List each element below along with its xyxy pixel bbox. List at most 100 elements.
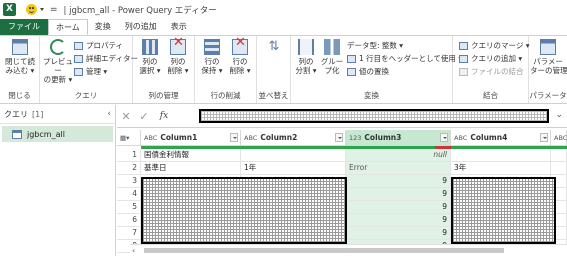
confirm-icon[interactable]: ✓ xyxy=(135,110,153,123)
combine-files-button[interactable]: ファイルの結合 xyxy=(459,66,524,77)
manage-button[interactable]: 管理 ▾ xyxy=(74,66,107,77)
chevron-down-icon[interactable] xyxy=(40,8,44,11)
tab-home[interactable]: ホーム xyxy=(48,19,88,35)
tab-transform[interactable]: 変換 xyxy=(88,19,118,35)
column-header-2[interactable]: ABC Column2 xyxy=(241,130,346,146)
manage-icon xyxy=(74,67,83,76)
merge-queries-button[interactable]: クエリのマージ ▾ xyxy=(459,40,530,51)
first-row-header-icon xyxy=(347,54,356,63)
queries-count: [1] xyxy=(32,109,44,119)
row-number[interactable]: 6 xyxy=(117,214,141,227)
append-queries-button[interactable]: クエリの追加 ▾ xyxy=(459,53,522,64)
table-cell[interactable]: 9 xyxy=(346,201,451,214)
group-label-transform: 変換 xyxy=(364,91,379,100)
table-cell[interactable] xyxy=(551,162,567,175)
column-header-4[interactable]: ABC Column4 xyxy=(451,130,551,146)
group-sort: ⇅ 並べ替え xyxy=(257,36,291,103)
tab-view[interactable]: 表示 xyxy=(164,19,194,35)
column-header-3[interactable]: 123 Column3 xyxy=(346,130,451,146)
group-label-parameters: パラメータ xyxy=(529,91,567,100)
remove-rows-label-2: 削除 ▾ xyxy=(229,66,251,75)
filter-dropdown-icon[interactable] xyxy=(540,133,548,142)
manage-parameters-button[interactable]: パラメー ターの管理 ▾ xyxy=(530,39,567,75)
row-number[interactable]: 1 xyxy=(117,149,141,162)
table-cell[interactable] xyxy=(241,149,346,162)
table-cell[interactable]: 9 xyxy=(346,188,451,201)
close-load-icon xyxy=(12,39,28,55)
group-manage-columns: 列の 選択 ▾ 列の 削除 ▾ 列の管理 xyxy=(133,36,195,103)
filter-dropdown-icon[interactable] xyxy=(440,133,448,142)
keep-rows-label-2: 保持 ▾ xyxy=(201,66,223,75)
use-first-row-as-headers-button[interactable]: 1 行目をヘッダーとして使用 ▾ xyxy=(347,53,462,64)
group-combine: クエリのマージ ▾ クエリの追加 ▾ ファイルの結合 結合 xyxy=(453,36,530,103)
remove-columns-button[interactable]: 列の 削除 ▾ xyxy=(164,38,192,75)
manage-label: 管理 ▾ xyxy=(86,67,108,76)
refresh-preview-button[interactable]: プレビュー の更新 ▾ xyxy=(42,39,74,84)
combine-files-icon xyxy=(459,67,468,76)
table-cell[interactable]: 3年 xyxy=(451,162,551,175)
error-cell[interactable]: Error xyxy=(346,162,451,175)
scrollbar-thumb[interactable] xyxy=(144,248,504,253)
queries-pane-title: クエリ xyxy=(4,109,28,119)
row-number[interactable]: 5 xyxy=(117,201,141,214)
choose-columns-icon xyxy=(142,39,158,55)
query-item-jgbcm-all[interactable]: jgbcm_all xyxy=(2,126,113,142)
sort-button[interactable]: ⇅ xyxy=(261,39,287,57)
close-and-load-button[interactable]: 閉じて読 み込む ▾ xyxy=(3,39,37,75)
table-row: 1 国債金利情報 null xyxy=(117,149,567,162)
row-number[interactable]: 7 xyxy=(117,227,141,240)
horizontal-scrollbar[interactable]: ‹ xyxy=(130,244,567,256)
scroll-left-icon[interactable]: ‹ xyxy=(132,246,135,255)
type-text-icon[interactable]: ABC xyxy=(244,134,257,142)
row-number[interactable]: 4 xyxy=(117,188,141,201)
properties-button[interactable]: プロパティ xyxy=(74,40,123,51)
table-cell[interactable]: 9 xyxy=(346,214,451,227)
advanced-editor-button[interactable]: 詳細エディター xyxy=(74,53,138,64)
choose-columns-label-2: 選択 ▾ xyxy=(139,66,161,75)
split-column-button[interactable]: 列の 分割 ▾ xyxy=(293,39,319,75)
column-header-1[interactable]: ABC Column1 xyxy=(141,130,241,146)
excel-logo-icon: X xyxy=(3,3,16,16)
data-type-dropdown[interactable]: データ型: 整数 ▾ xyxy=(347,40,403,51)
type-text-icon[interactable]: ABC xyxy=(144,134,157,142)
table-cell[interactable] xyxy=(551,149,567,162)
row-number[interactable]: 3 xyxy=(117,175,141,188)
table-cell[interactable] xyxy=(451,149,551,162)
collapse-pane-icon[interactable]: ‹ xyxy=(107,109,111,119)
data-type-label: データ型: 整数 ▾ xyxy=(347,41,404,50)
column-header-5[interactable]: ABC xyxy=(551,130,567,146)
keep-rows-icon xyxy=(204,39,220,55)
type-text-icon[interactable]: ABC xyxy=(454,134,467,142)
quick-access-eq[interactable]: = xyxy=(50,5,58,15)
table-menu-button[interactable]: ▦▾ xyxy=(117,130,141,146)
combine-files-label: ファイルの結合 xyxy=(471,67,524,76)
type-text-icon[interactable]: ABC xyxy=(554,134,567,142)
ribbon: 閉じて読 み込む ▾ 閉じる プレビュー の更新 ▾ プロパティ 詳細エディター… xyxy=(0,35,567,104)
cancel-icon[interactable]: ✕ xyxy=(117,110,135,123)
redacted-region-left xyxy=(141,177,347,244)
table-cell[interactable]: 9 xyxy=(346,175,451,188)
type-number-icon[interactable]: 123 xyxy=(349,134,361,142)
row-number[interactable]: 2 xyxy=(117,162,141,175)
tab-file[interactable]: ファイル xyxy=(0,19,48,35)
table-cell[interactable]: 基準日 xyxy=(141,162,241,175)
advanced-editor-label: 詳細エディター xyxy=(86,54,138,63)
expand-formula-icon[interactable]: ⌄ xyxy=(555,110,563,120)
keep-rows-button[interactable]: 行の 保持 ▾ xyxy=(198,39,226,75)
filter-dropdown-icon[interactable] xyxy=(230,133,238,142)
formula-input-redacted[interactable] xyxy=(199,109,549,123)
choose-columns-button[interactable]: 列の 選択 ▾ xyxy=(136,39,164,75)
table-cell[interactable]: 国債金利情報 xyxy=(141,149,241,162)
table-cell[interactable]: 1年 xyxy=(241,162,346,175)
feedback-smiley-icon[interactable] xyxy=(26,4,37,15)
group-by-button[interactable]: グルー プ化 xyxy=(319,39,345,75)
group-transform: 列の 分割 ▾ グルー プ化 データ型: 整数 ▾ 1 行目をヘッダーとして使用… xyxy=(291,36,462,103)
table-cell[interactable]: 9 xyxy=(346,227,451,240)
first-row-header-label: 1 行目をヘッダーとして使用 ▾ xyxy=(359,54,463,63)
tab-add-column[interactable]: 列の追加 xyxy=(118,19,164,35)
remove-rows-button[interactable]: 行の 削除 ▾ xyxy=(226,38,254,75)
replace-values-button[interactable]: 値の置換 xyxy=(347,66,389,77)
table-cell[interactable]: null xyxy=(346,149,451,162)
table-row: 2 基準日 1年 Error 3年 xyxy=(117,162,567,175)
filter-dropdown-icon[interactable] xyxy=(335,133,343,142)
